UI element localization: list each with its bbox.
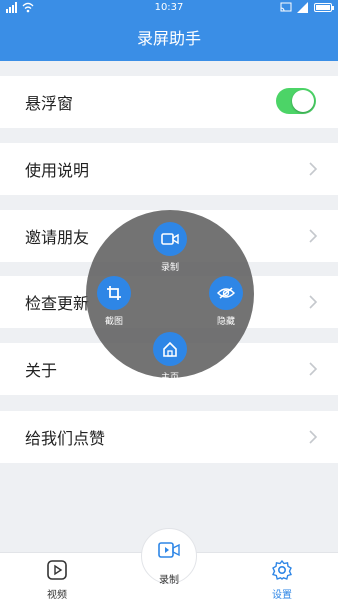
video-camera-icon: [158, 542, 180, 558]
eye-off-icon: [209, 276, 243, 310]
tab-settings-label: 设置: [272, 590, 292, 600]
floating-window-label: 悬浮窗: [25, 94, 74, 113]
settings-item-usage-guide[interactable]: 使用说明: [0, 143, 338, 195]
settings-item-label: 使用说明: [25, 161, 90, 180]
settings-item-label: 检查更新: [25, 294, 90, 313]
settings-item-label: 关于: [25, 361, 58, 380]
floating-record-button[interactable]: 录制: [140, 222, 200, 273]
floating-hide-button[interactable]: 隐藏: [196, 276, 256, 327]
chevron-right-icon: [309, 295, 318, 309]
floating-record-label: 录制: [160, 263, 179, 273]
chevron-right-icon: [309, 362, 318, 376]
floating-home-label: 主页: [160, 373, 179, 383]
status-right: [280, 2, 334, 13]
settings-item-label: 给我们点赞: [25, 429, 106, 448]
page-title: 录屏助手: [0, 16, 338, 61]
tab-video-label: 视频: [47, 590, 67, 600]
battery-icon: [314, 3, 334, 12]
settings-item-rate-us[interactable]: 给我们点赞: [0, 411, 338, 463]
tab-settings[interactable]: 设置: [252, 559, 312, 600]
signal-strength-icon: [297, 2, 308, 13]
home-icon: [153, 332, 187, 366]
tab-record[interactable]: 录制: [141, 540, 197, 586]
chevron-right-icon: [309, 162, 318, 176]
cast-icon: [280, 2, 292, 12]
floating-screenshot-button[interactable]: 截图: [84, 276, 144, 327]
floating-menu: 录制 截图 隐藏 主页: [84, 210, 256, 383]
tab-video[interactable]: 视频: [27, 559, 87, 600]
floating-home-button[interactable]: 主页: [140, 332, 200, 383]
toggle-knob: [292, 90, 314, 112]
chevron-right-icon: [309, 229, 318, 243]
floating-window-row[interactable]: 悬浮窗: [0, 76, 338, 128]
tab-record-label: 录制: [159, 575, 179, 586]
floating-screenshot-label: 截图: [104, 317, 123, 327]
gear-icon: [272, 559, 292, 580]
settings-item-label: 邀请朋友: [25, 228, 90, 247]
floating-window-toggle[interactable]: [276, 88, 316, 114]
crop-icon: [97, 276, 131, 310]
chevron-right-icon: [309, 430, 318, 444]
status-bar: 10:37: [0, 0, 338, 16]
video-play-icon: [47, 560, 67, 580]
video-camera-icon: [153, 222, 187, 256]
floating-hide-label: 隐藏: [216, 317, 235, 327]
